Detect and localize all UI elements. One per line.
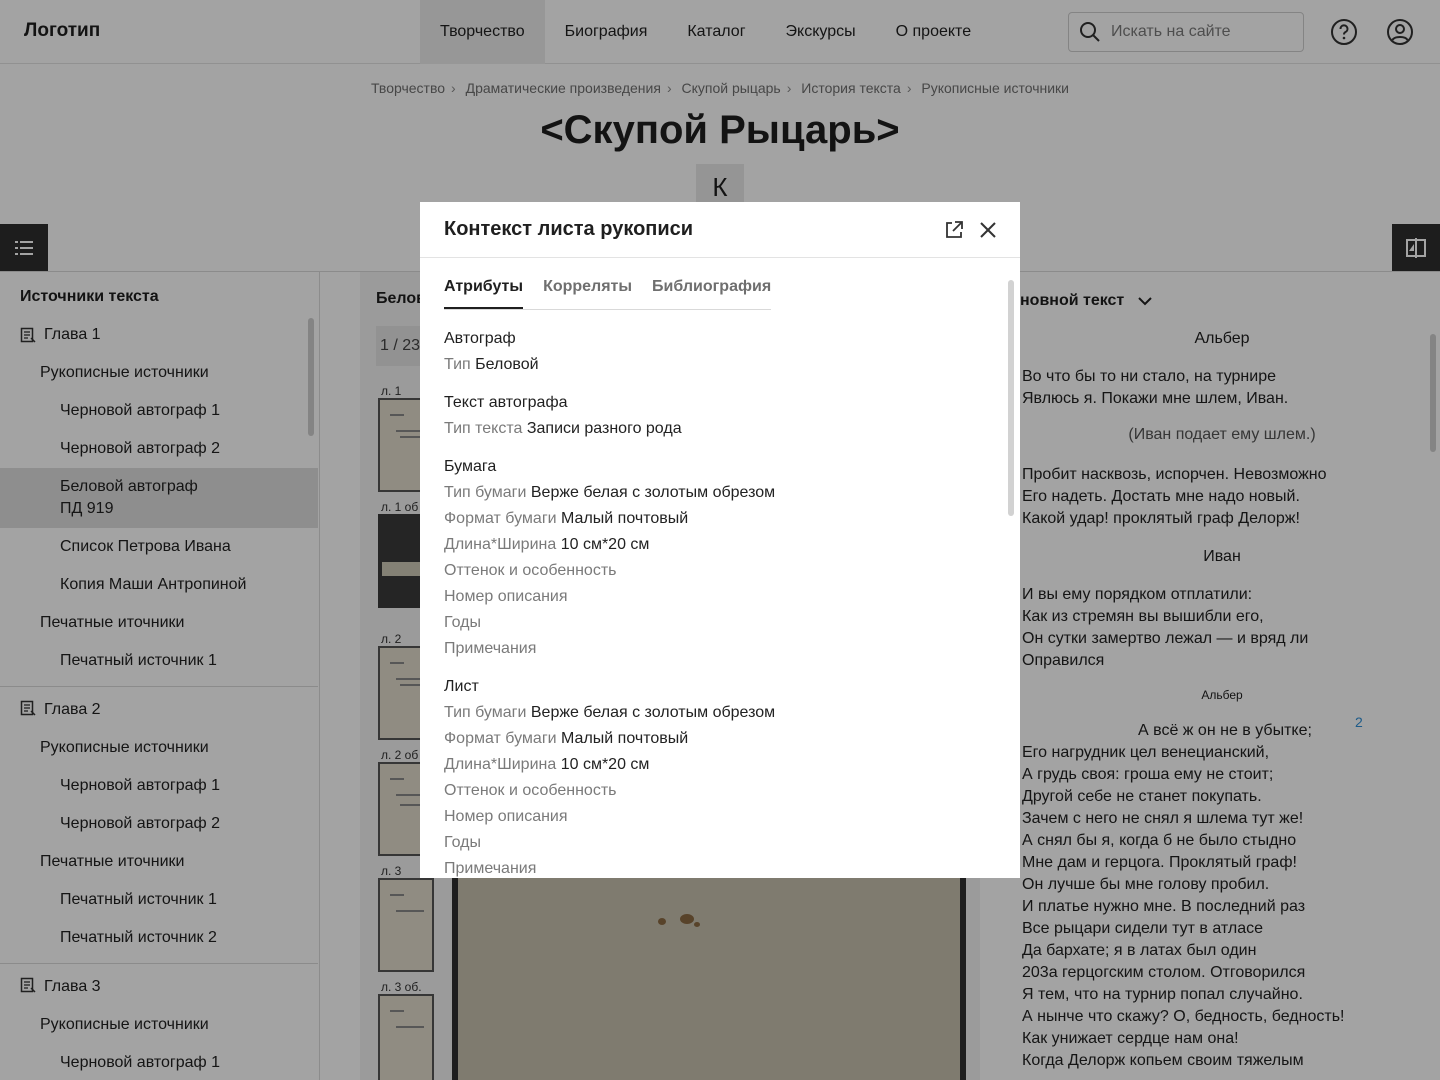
modal-title: Контекст листа рукописи bbox=[444, 218, 694, 240]
attr-section-autograph-text: Текст автографа Тип текста Записи разног… bbox=[444, 390, 1004, 442]
attr-row: Тип бумаги Верже белая с золотым обрезом bbox=[444, 704, 776, 721]
attributes-list: Автограф Тип Беловой Текст автографа Тип… bbox=[444, 326, 1004, 878]
attr-row: Оттенок и особенность bbox=[444, 782, 617, 799]
attr-row: Примечания bbox=[444, 860, 537, 877]
attr-row: Тип Беловой bbox=[444, 356, 539, 373]
manuscript-context-modal: Контекст листа рукописи Атрибуты Корреля… bbox=[420, 202, 1020, 878]
section-title: Текст автографа bbox=[444, 394, 568, 411]
attr-row: Годы bbox=[444, 834, 481, 851]
attr-row: Длина*Ширина 10 см*20 см bbox=[444, 536, 650, 553]
attr-row: Длина*Ширина 10 см*20 см bbox=[444, 756, 650, 773]
attr-row: Формат бумаги Малый почтовый bbox=[444, 510, 689, 527]
tab-correlates[interactable]: Корреляты bbox=[543, 278, 632, 309]
close-icon[interactable] bbox=[978, 220, 998, 240]
tab-bibliography[interactable]: Библиография bbox=[652, 278, 771, 309]
attr-row: Номер описания bbox=[444, 808, 568, 825]
tab-attributes[interactable]: Атрибуты bbox=[444, 278, 524, 309]
attr-section-autograph: Автограф Тип Беловой bbox=[444, 326, 1004, 378]
open-external-icon[interactable] bbox=[944, 220, 964, 240]
modal-tabs: Атрибуты Корреляты Библиография bbox=[444, 278, 772, 310]
attr-section-paper: Бумага Тип бумаги Верже белая с золотым … bbox=[444, 454, 1004, 662]
attr-row: Примечания bbox=[444, 640, 537, 657]
scrollbar[interactable] bbox=[1008, 280, 1014, 516]
section-title: Бумага bbox=[444, 458, 497, 475]
modal-header: Контекст листа рукописи bbox=[420, 202, 1020, 258]
attr-row: Формат бумаги Малый почтовый bbox=[444, 730, 689, 747]
attr-section-sheet: Лист Тип бумаги Верже белая с золотым об… bbox=[444, 674, 1004, 878]
attr-row: Годы bbox=[444, 614, 481, 631]
section-title: Лист bbox=[444, 678, 479, 695]
attr-row: Номер описания bbox=[444, 588, 568, 605]
attr-row: Тип бумаги Верже белая с золотым обрезом bbox=[444, 484, 776, 501]
section-title: Автограф bbox=[444, 330, 516, 347]
attr-row: Оттенок и особенность bbox=[444, 562, 617, 579]
attr-row: Тип текста Записи разного рода bbox=[444, 420, 682, 437]
